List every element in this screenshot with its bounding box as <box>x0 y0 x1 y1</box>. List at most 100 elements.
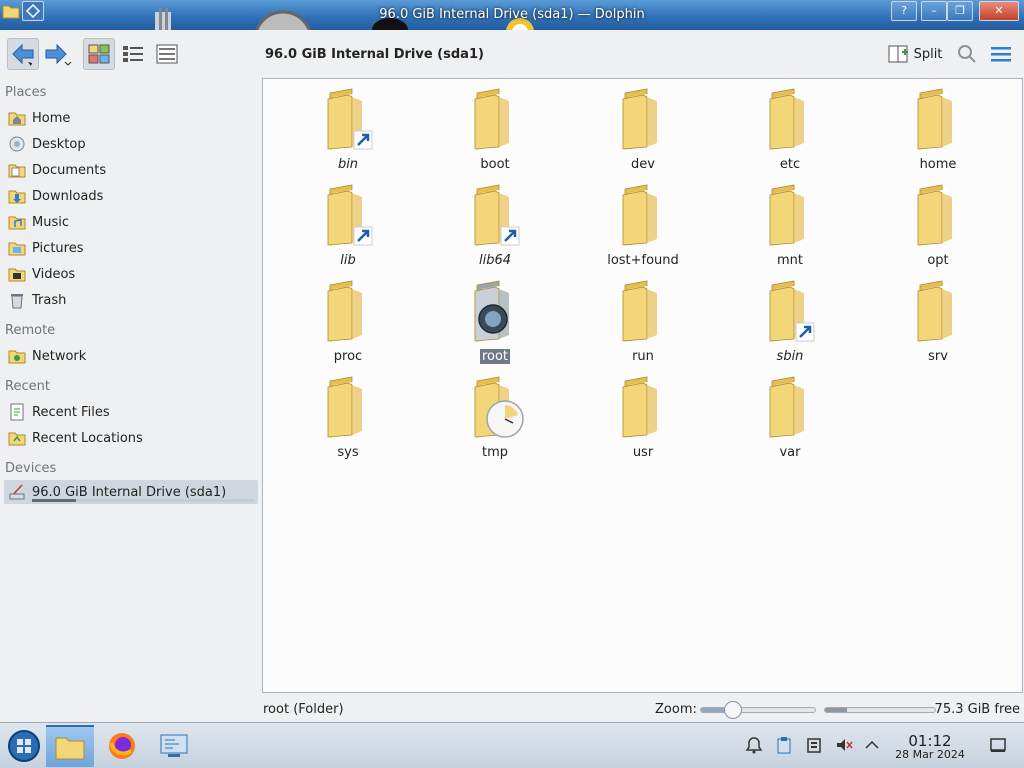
folder-item-boot[interactable]: boot <box>435 87 555 183</box>
folder-item-mnt[interactable]: mnt <box>730 183 850 279</box>
folder-item-lib[interactable]: lib <box>288 183 408 279</box>
hamburger-menu-button[interactable] <box>988 38 1014 70</box>
sidebar-item-recent-files[interactable]: Recent Files <box>4 400 258 424</box>
sidebar-item-recent-locations[interactable]: Recent Locations <box>4 426 258 450</box>
show-hidden-icons-chevron-icon[interactable] <box>862 735 882 755</box>
sidebar-item-trash[interactable]: Trash <box>4 288 258 312</box>
folder-item-home[interactable]: home <box>878 87 998 183</box>
recent-files-icon <box>8 403 26 421</box>
folder-item-dev[interactable]: dev <box>583 87 703 183</box>
zoom-slider[interactable] <box>700 701 816 719</box>
sidebar-item-label: Network <box>32 348 87 364</box>
folder-icon <box>613 87 673 151</box>
split-button[interactable]: Split <box>886 38 944 70</box>
taskbar: 01:12 28 Mar 2024 <box>0 722 1024 768</box>
clipboard-icon[interactable] <box>774 735 794 755</box>
back-arrow-icon <box>12 43 34 66</box>
help-button[interactable]: ? <box>891 1 917 21</box>
volume-muted-icon[interactable] <box>834 735 854 755</box>
sidebar-item-label: Desktop <box>32 136 86 152</box>
sidebar-item-desktop[interactable]: Desktop <box>4 132 258 156</box>
folder-label: lib64 <box>478 253 512 268</box>
notifications-bell-icon[interactable] <box>744 735 764 755</box>
folder-icon <box>318 375 378 439</box>
folder-icon <box>613 183 673 247</box>
folder-label: etc <box>779 157 801 172</box>
network-icon <box>8 347 26 365</box>
show-desktop-icon[interactable] <box>988 735 1008 755</box>
sidebar-item-label: Videos <box>32 266 76 282</box>
sidebar-item-music[interactable]: Music <box>4 210 258 234</box>
zoom-slider-handle[interactable] <box>724 701 743 719</box>
folder-icon <box>465 87 525 151</box>
folder-link-icon <box>465 183 525 247</box>
taskbar-system-settings[interactable] <box>150 725 198 767</box>
folder-label: boot <box>480 157 510 172</box>
compact-view-button[interactable] <box>118 38 148 70</box>
firefox-icon <box>109 733 135 759</box>
device-notifier-icon[interactable] <box>804 735 824 755</box>
folder-item-proc[interactable]: proc <box>288 279 408 375</box>
folder-label: opt <box>927 253 949 268</box>
sidebar-item-pictures[interactable]: Pictures <box>4 236 258 260</box>
folder-item-run[interactable]: run <box>583 279 703 375</box>
folder-item-sbin[interactable]: sbin <box>730 279 850 375</box>
file-view[interactable]: bin boot dev etc home lib lib64 lost+found mnt op… <box>262 78 1023 693</box>
places-section-header: Places <box>5 85 47 100</box>
sidebar-item-label: 96.0 GiB Internal Drive (sda1) <box>32 484 227 500</box>
sidebar-item-network[interactable]: Network <box>4 344 258 368</box>
folder-label: lib <box>340 253 356 268</box>
status-text: root (Folder) <box>263 702 344 717</box>
clock-date[interactable]: 28 Mar 2024 <box>887 748 973 761</box>
folder-item-tmp[interactable]: tmp <box>435 375 555 471</box>
sidebar-item-label: Recent Locations <box>32 430 143 446</box>
trash-icon <box>8 291 26 309</box>
folder-item-lost-found[interactable]: lost+found <box>583 183 703 279</box>
folder-icon <box>760 87 820 151</box>
folder-link-icon <box>318 183 378 247</box>
taskbar-dolphin[interactable] <box>46 725 94 767</box>
sidebar-item-documents[interactable]: Documents <box>4 158 258 182</box>
folder-icon <box>908 87 968 151</box>
music-icon <box>8 213 26 231</box>
desktop-icon <box>8 135 26 153</box>
folder-item-bin[interactable]: bin <box>288 87 408 183</box>
maximize-button[interactable]: ❐ <box>947 1 973 21</box>
folder-item-srv[interactable]: srv <box>878 279 998 375</box>
minimize-button[interactable]: – <box>921 1 947 21</box>
sidebar-item-label: Trash <box>32 292 67 308</box>
tmp-folder-icon <box>465 375 525 439</box>
split-label: Split <box>913 46 943 62</box>
documents-icon <box>8 161 26 179</box>
folder-icon <box>760 183 820 247</box>
folder-item-var[interactable]: var <box>730 375 850 471</box>
sidebar-item-downloads[interactable]: Downloads <box>4 184 258 208</box>
folder-item-root[interactable]: root <box>435 279 555 375</box>
folder-item-opt[interactable]: opt <box>878 183 998 279</box>
start-menu-button[interactable] <box>0 725 48 767</box>
folder-item-etc[interactable]: etc <box>730 87 850 183</box>
details-view-button[interactable] <box>152 38 182 70</box>
sidebar-item-videos[interactable]: Videos <box>4 262 258 286</box>
folder-item-sys[interactable]: sys <box>288 375 408 471</box>
drive-capacity-bar <box>32 499 254 502</box>
sidebar-item-internal-drive[interactable]: 96.0 GiB Internal Drive (sda1) <box>4 480 258 504</box>
icons-view-button[interactable] <box>83 38 115 70</box>
sidebar-item-home[interactable]: Home <box>4 106 258 130</box>
folder-icon <box>613 279 673 343</box>
folder-item-lib64[interactable]: lib64 <box>435 183 555 279</box>
back-button[interactable] <box>7 38 39 70</box>
folder-item-usr[interactable]: usr <box>583 375 703 471</box>
folder-icon <box>760 375 820 439</box>
zoom-label: Zoom: <box>655 702 697 717</box>
forward-button[interactable] <box>43 38 73 70</box>
search-button[interactable] <box>954 38 980 70</box>
taskbar-firefox[interactable] <box>98 725 146 767</box>
remote-section-header: Remote <box>5 323 56 338</box>
sidebar-item-label: Documents <box>32 162 107 178</box>
toolbar: 96.0 GiB Internal Drive (sda1) Split <box>0 30 1024 78</box>
sidebar-item-label: Pictures <box>32 240 84 256</box>
close-button[interactable]: ✕ <box>979 1 1019 21</box>
folder-label: mnt <box>777 253 803 268</box>
title-bar[interactable]: 96.0 GiB Internal Drive (sda1) — Dolphin… <box>0 0 1024 30</box>
